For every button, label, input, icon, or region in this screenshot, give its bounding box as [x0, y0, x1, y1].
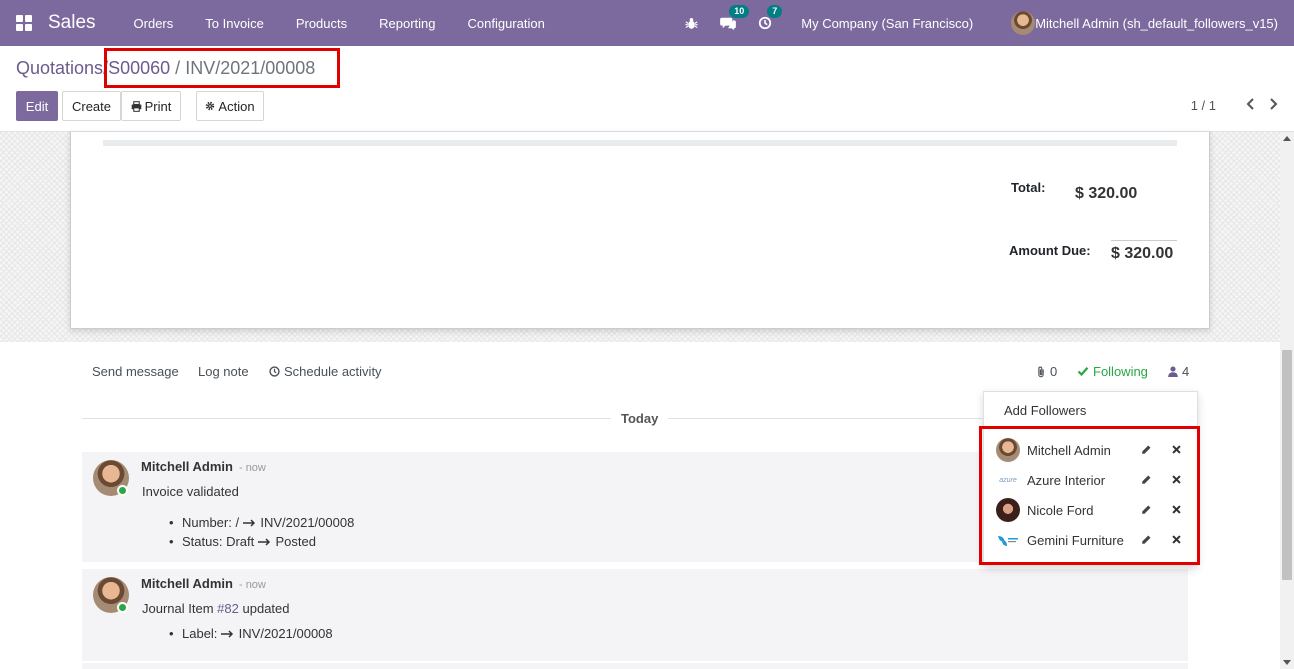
messages-icon[interactable]: 10 — [720, 5, 750, 30]
message-body: Journal Item #82 updated — [142, 601, 290, 616]
today-label: Today — [611, 411, 669, 426]
following-label: Following — [1093, 364, 1148, 379]
scrollbar[interactable] — [1280, 132, 1294, 669]
message-author[interactable]: Mitchell Admin - now — [141, 459, 266, 474]
menu-orders[interactable]: Orders — [134, 16, 174, 31]
tracking-value-item: Label: INV/2021/00008 — [169, 626, 333, 641]
amount-due-label: Amount Due: — [1009, 243, 1091, 258]
message-date: - now — [238, 462, 266, 474]
add-followers-button[interactable]: Add Followers — [1004, 403, 1086, 418]
paperclip-icon — [1038, 366, 1044, 377]
action-button[interactable]: Action — [196, 91, 264, 121]
tracking-value-item: Number: / INV/2021/00008 — [169, 515, 354, 530]
following-button[interactable]: Following — [1077, 364, 1148, 379]
online-status-icon — [117, 485, 128, 496]
clock-icon — [269, 366, 280, 377]
check-icon — [1077, 367, 1089, 377]
print-icon — [131, 100, 141, 112]
arrow-right-icon — [257, 538, 270, 546]
amount-due-value: $ 320.00 — [1111, 245, 1174, 262]
attachments-count: 0 — [1050, 364, 1058, 379]
log-note-button[interactable]: Log note — [198, 364, 249, 379]
breadcrumb-quotations[interactable]: Quotations — [16, 58, 103, 78]
menu-configuration[interactable]: Configuration — [468, 16, 545, 31]
pager-value[interactable]: 1 / 1 — [1191, 98, 1216, 113]
chatter-message: Mitchell Admin - now Journal Item #82 upd… — [82, 569, 1188, 661]
menu-products[interactable]: Products — [296, 16, 347, 31]
user-avatar — [1011, 11, 1036, 35]
pager-arrows — [1246, 98, 1278, 110]
messages-badge: 10 — [729, 5, 750, 18]
print-button[interactable]: Print — [121, 91, 181, 121]
lines-footer-bar — [103, 140, 1177, 146]
followers-highlight-box — [979, 426, 1200, 565]
menu-to-invoice[interactable]: To Invoice — [205, 16, 264, 31]
attachments-button[interactable]: 0 — [1036, 364, 1057, 379]
user-menu[interactable]: Mitchell Admin (sh_default_followers_v15… — [1011, 11, 1278, 35]
followers-button[interactable]: 4 — [1168, 364, 1189, 379]
total-label: Total: — [1011, 180, 1046, 195]
schedule-activity-button[interactable]: Schedule activity — [269, 364, 382, 379]
tracking-value-item: Status: Draft Posted — [169, 534, 316, 549]
gear-icon — [206, 101, 215, 111]
user-icon — [1168, 366, 1178, 377]
scroll-thumb[interactable] — [1282, 350, 1292, 580]
debug-icon[interactable] — [685, 17, 698, 30]
top-navbar: Sales Orders To Invoice Products Reporti… — [0, 0, 1294, 46]
arrow-right-icon — [221, 630, 234, 638]
company-switcher[interactable]: My Company (San Francisco) — [801, 16, 973, 31]
message-author[interactable]: Mitchell Admin - now — [141, 576, 266, 591]
activities-badge: 7 — [767, 5, 783, 18]
scroll-up-icon[interactable] — [1283, 136, 1291, 141]
edit-button[interactable]: Edit — [16, 91, 58, 121]
app-name[interactable]: Sales — [48, 12, 96, 34]
chevron-right-icon[interactable] — [1268, 98, 1278, 110]
message-date: - now — [238, 579, 266, 591]
amount-due-divider — [1111, 240, 1177, 241]
menu-reporting[interactable]: Reporting — [379, 16, 435, 31]
arrow-right-icon — [242, 519, 255, 527]
message-body: Invoice validated — [142, 484, 239, 499]
control-panel: Quotations/S00060 / INV/2021/00008 Edit … — [0, 46, 1294, 132]
followers-count: 4 — [1182, 364, 1190, 379]
form-sheet: Total: $ 320.00 Amount Due: $ 320.00 — [70, 132, 1210, 329]
activities-icon[interactable]: 7 — [758, 5, 783, 30]
chatter-message — [82, 663, 1188, 669]
user-name: Mitchell Admin (sh_default_followers_v15… — [1035, 15, 1278, 31]
send-message-button[interactable]: Send message — [92, 364, 179, 379]
chevron-left-icon[interactable] — [1246, 98, 1256, 110]
print-label: Print — [144, 98, 172, 114]
breadcrumb-highlight-box — [104, 48, 340, 88]
scroll-down-icon[interactable] — [1283, 660, 1291, 665]
journal-item-link[interactable]: #82 — [217, 601, 239, 616]
apps-menu-icon[interactable] — [16, 15, 32, 31]
total-value: $ 320.00 — [1075, 185, 1138, 202]
schedule-activity-label: Schedule activity — [284, 364, 382, 379]
online-status-icon — [117, 602, 128, 613]
action-label: Action — [218, 98, 255, 114]
create-button[interactable]: Create — [62, 91, 121, 121]
